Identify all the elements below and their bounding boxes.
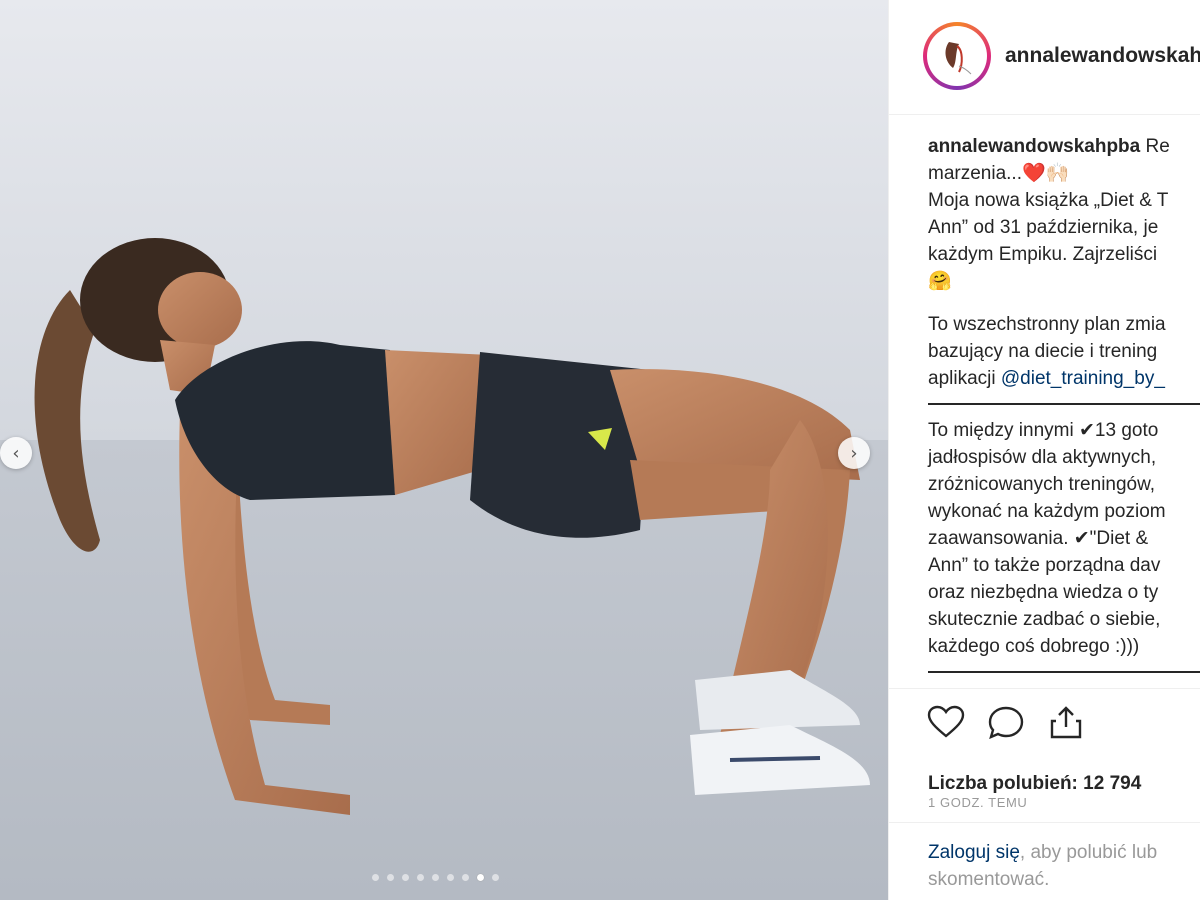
caption-line: marzenia...❤️🙌🏻 bbox=[928, 163, 1070, 184]
login-link[interactable]: Zaloguj się bbox=[928, 842, 1020, 863]
post-timestamp[interactable]: 1 GODZ. TEMU bbox=[928, 795, 1027, 810]
caption-line: zróżnicowanych treningów, bbox=[928, 474, 1156, 495]
chevron-right-icon: › bbox=[850, 442, 858, 464]
carousel-dot bbox=[372, 874, 379, 881]
post-header: annalewandowskahpba bbox=[889, 0, 1200, 115]
caption-line: wykonać na każdym poziom bbox=[928, 501, 1166, 522]
login-prompt: Zaloguj się, aby polubić lub skomentować… bbox=[889, 822, 1200, 890]
post-actions: Liczba polubień: 12 794 1 GODZ. TEMU bbox=[889, 688, 1200, 810]
carousel-prev-button[interactable]: ‹ bbox=[0, 437, 32, 469]
caption-line: To między innymi ✔13 goto bbox=[928, 420, 1159, 441]
caption-line: 🤗 bbox=[928, 271, 952, 292]
carousel-dot bbox=[387, 874, 394, 881]
carousel-dot bbox=[417, 874, 424, 881]
carousel-indicator bbox=[372, 874, 499, 881]
likes-count[interactable]: Liczba polubień: 12 794 bbox=[928, 773, 1141, 795]
caption-line: oraz niezbędna wiedza o ty bbox=[928, 582, 1159, 603]
caption-line: annalewandowskahpba Re bbox=[928, 136, 1170, 157]
caption-author[interactable]: annalewandowskahpba bbox=[928, 136, 1140, 157]
caption-line: Moja nowa książka „Diet & T bbox=[928, 190, 1169, 211]
avatar[interactable] bbox=[923, 22, 991, 90]
caption-mention-link[interactable]: @diet_training_by_ bbox=[1001, 368, 1165, 389]
header-username[interactable]: annalewandowskahpba bbox=[1005, 44, 1200, 68]
caption-line: To wszechstronny plan zmia bbox=[928, 314, 1166, 335]
carousel-next-button[interactable]: › bbox=[838, 437, 870, 469]
post-caption: annalewandowskahpba Re marzenia...❤️🙌🏻 M… bbox=[928, 133, 1200, 685]
caption-line: każdym Empiku. Zajrzeliści bbox=[928, 244, 1158, 265]
caption-line: jadłospisów dla aktywnych, bbox=[928, 447, 1157, 468]
profile-avatar-icon bbox=[930, 29, 984, 83]
caption-divider bbox=[928, 671, 1200, 673]
post-photo bbox=[0, 0, 888, 900]
carousel-dot bbox=[492, 874, 499, 881]
caption-divider bbox=[928, 403, 1200, 405]
caption-line: skutecznie zadbać o siebie, bbox=[928, 609, 1161, 630]
carousel-dot bbox=[477, 874, 484, 881]
caption-line: aplikacji @diet_training_by_ bbox=[928, 368, 1165, 389]
caption-line: zaawansowania. ✔"Diet & bbox=[928, 528, 1149, 549]
chevron-left-icon: ‹ bbox=[12, 442, 20, 464]
caption-line: Ann” od 31 października, je bbox=[928, 217, 1159, 238]
post-image[interactable]: ‹ › bbox=[0, 0, 888, 900]
share-icon[interactable] bbox=[1047, 705, 1085, 739]
carousel-dot bbox=[402, 874, 409, 881]
heart-icon[interactable] bbox=[927, 705, 965, 739]
carousel-dot bbox=[432, 874, 439, 881]
caption-line: bazujący na diecie i trening bbox=[928, 341, 1158, 362]
comment-icon[interactable] bbox=[987, 705, 1025, 739]
carousel-dot bbox=[462, 874, 469, 881]
carousel-dot bbox=[447, 874, 454, 881]
caption-line: Ann” to także porządna dav bbox=[928, 555, 1161, 576]
post-sidebar: annalewandowskahpba annalewandowskahpba … bbox=[888, 0, 1200, 900]
caption-line: każdego coś dobrego :))) bbox=[928, 636, 1140, 657]
